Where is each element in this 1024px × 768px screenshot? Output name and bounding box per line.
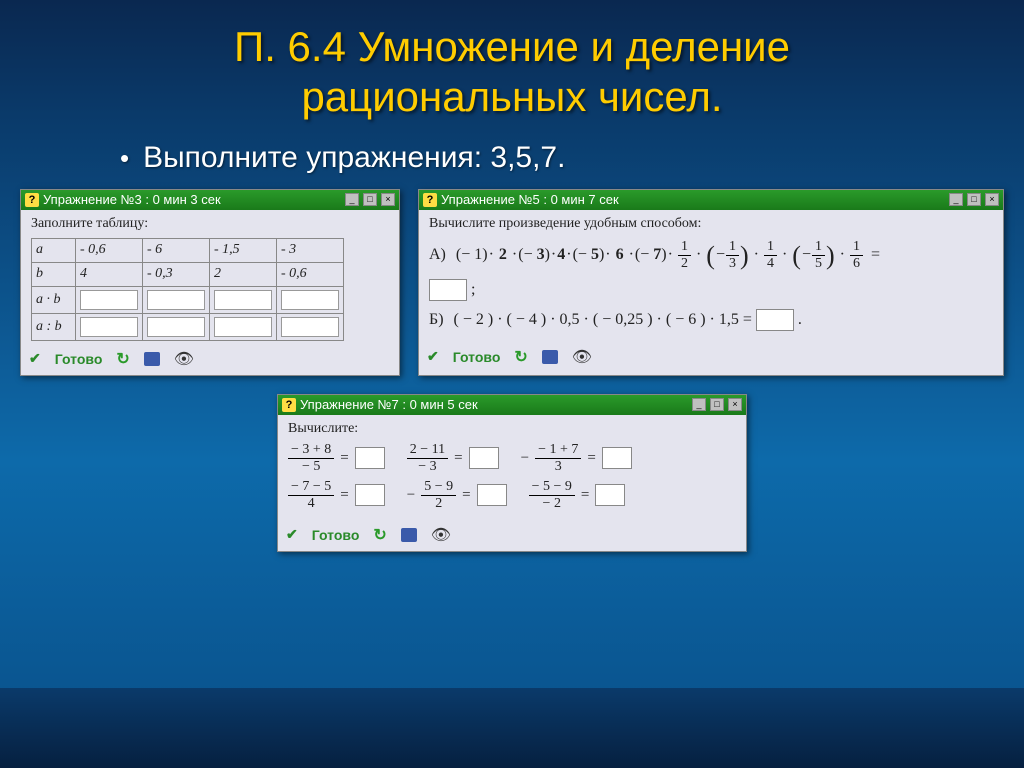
help-icon[interactable]: ? <box>282 398 296 412</box>
cell-input[interactable] <box>147 290 205 310</box>
answer-input[interactable] <box>602 447 632 469</box>
cell-input[interactable] <box>281 290 339 310</box>
minimize-icon[interactable]: _ <box>345 193 359 206</box>
prompt-7: Вычислите: <box>288 421 736 437</box>
table-row: b 4 - 0,3 2 - 0,6 <box>32 262 344 286</box>
answer-input-b[interactable] <box>756 309 794 331</box>
maximize-icon[interactable]: □ <box>710 398 724 411</box>
exercise-panel-5: ? Упражнение №5 : 0 мин 7 сек _ □ × Вычи… <box>418 189 1004 376</box>
ready-button[interactable]: Готово <box>453 349 501 365</box>
statusbar-7: ✔ Готово ↻ 👁 <box>278 521 746 551</box>
prompt-5: Вычислите произведение удобным способом: <box>429 216 993 232</box>
calculator-icon[interactable] <box>542 350 558 364</box>
calculator-icon[interactable] <box>144 352 160 366</box>
prompt-3: Заполните таблицу: <box>31 216 389 232</box>
maximize-icon[interactable]: □ <box>363 193 377 206</box>
close-icon[interactable]: × <box>985 193 999 206</box>
maximize-icon[interactable]: □ <box>967 193 981 206</box>
cell-input[interactable] <box>214 317 272 337</box>
check-icon: ✔ <box>427 348 439 365</box>
answer-input[interactable] <box>355 484 385 506</box>
expr-a: A) (− 1)· 2 ·(− 3)·4·(− 5)· 6 ·(− 7)· 12… <box>429 240 993 271</box>
eqn-row-1: − 3 + 8− 5= 2 − 11− 3= −− 1 + 73= <box>288 443 736 474</box>
cell-input[interactable] <box>147 317 205 337</box>
close-icon[interactable]: × <box>381 193 395 206</box>
check-icon: ✔ <box>29 350 41 367</box>
fill-table: a - 0,6 - 6 - 1,5 - 3 b 4 - 0,3 2 - 0,6 … <box>31 238 344 341</box>
help-icon[interactable]: ? <box>423 193 437 207</box>
minimize-icon[interactable]: _ <box>692 398 706 411</box>
expr-b: Б) ( − 2 ) · ( − 4 ) · 0,5 · ( − 0,25 ) … <box>429 309 993 331</box>
cell-input[interactable] <box>214 290 272 310</box>
table-row: a : b <box>32 313 344 340</box>
calculator-icon[interactable] <box>401 528 417 542</box>
minimize-icon[interactable]: _ <box>949 193 963 206</box>
cell-input[interactable] <box>80 290 138 310</box>
table-row: a · b <box>32 286 344 313</box>
answer-input[interactable] <box>477 484 507 506</box>
help-icon[interactable]: ? <box>25 193 39 207</box>
close-icon[interactable]: × <box>728 398 742 411</box>
horizon-bg <box>0 688 1024 768</box>
titlebar-7: ? Упражнение №7 : 0 мин 5 сек _ □ × <box>278 395 746 415</box>
refresh-icon[interactable]: ↻ <box>514 347 527 367</box>
cell-input[interactable] <box>80 317 138 337</box>
refresh-icon[interactable]: ↻ <box>116 349 129 369</box>
eye-icon[interactable]: 👁 <box>174 349 194 369</box>
cell-input[interactable] <box>281 317 339 337</box>
exercise-panel-3: ? Упражнение №3 : 0 мин 3 сек _ □ × Запо… <box>20 189 400 376</box>
answer-input-a[interactable] <box>429 279 467 301</box>
eqn-row-2: − 7 − 54= −5 − 92= − 5 − 9− 2= <box>288 480 736 511</box>
answer-input[interactable] <box>469 447 499 469</box>
page-title: П. 6.4 Умножение и деление рациональных … <box>0 0 1024 131</box>
answer-input[interactable] <box>595 484 625 506</box>
check-icon: ✔ <box>286 526 298 543</box>
table-row: a - 0,6 - 6 - 1,5 - 3 <box>32 238 344 262</box>
subtitle: • Выполните упражнения: 3,5,7. <box>0 131 1024 189</box>
titlebar-3: ? Упражнение №3 : 0 мин 3 сек _ □ × <box>21 190 399 210</box>
eye-icon[interactable]: 👁 <box>572 347 592 367</box>
statusbar-5: ✔ Готово ↻ 👁 <box>419 343 1003 373</box>
ready-button[interactable]: Готово <box>312 527 360 543</box>
eye-icon[interactable]: 👁 <box>431 525 451 545</box>
titlebar-5: ? Упражнение №5 : 0 мин 7 сек _ □ × <box>419 190 1003 210</box>
bullet-icon: • <box>120 143 129 174</box>
exercise-panel-7: ? Упражнение №7 : 0 мин 5 сек _ □ × Вычи… <box>277 394 747 552</box>
refresh-icon[interactable]: ↻ <box>373 525 386 545</box>
statusbar-3: ✔ Готово ↻ 👁 <box>21 345 399 375</box>
answer-input[interactable] <box>355 447 385 469</box>
ready-button[interactable]: Готово <box>55 351 103 367</box>
